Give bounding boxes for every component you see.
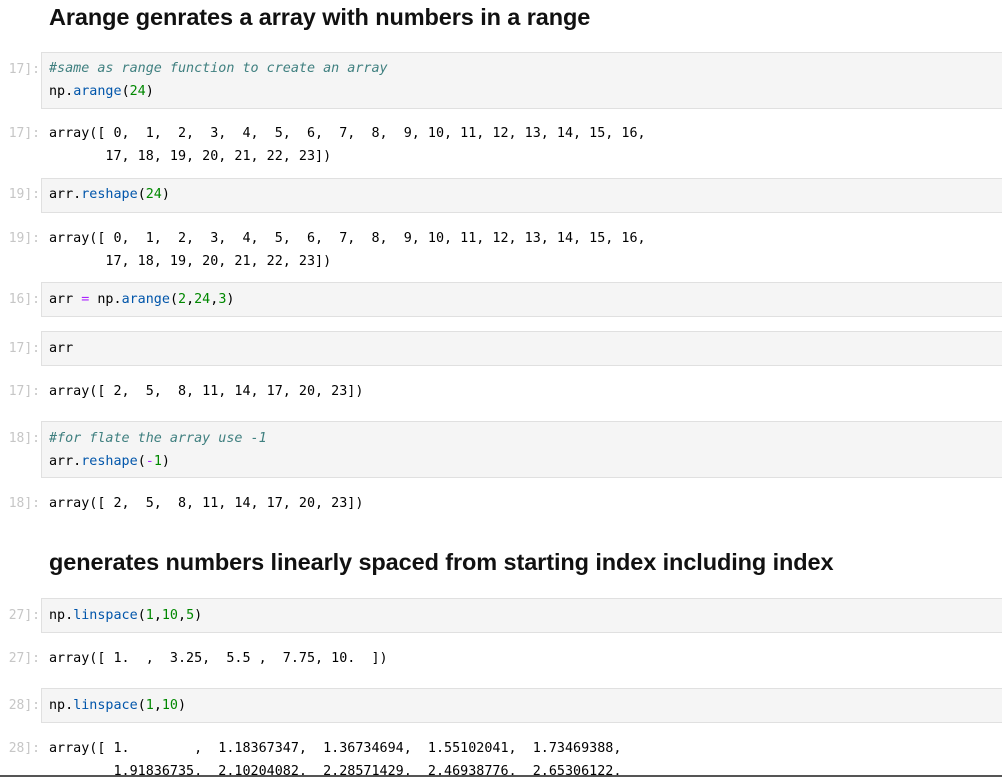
code-number: 1 <box>145 698 154 713</box>
code-func: linspace <box>73 608 138 623</box>
code-text[interactable]: arr = np.arange(2,24,3) <box>49 288 234 311</box>
input-prompt: 18]: <box>8 431 40 446</box>
cell-output: array([ 2, 5, 8, 11, 14, 17, 20, 23]) <box>49 384 364 399</box>
code-token: ) <box>161 187 170 202</box>
code-token: np. <box>49 698 74 713</box>
code-number: 24 <box>194 292 211 307</box>
output-prompt: 28]: <box>8 741 40 756</box>
cell-output: array([ 0, 1, 2, 3, 4, 5, 6, 7, 8, 9, 10… <box>49 231 646 269</box>
code-token: arr. <box>49 187 82 202</box>
code-token: ) <box>178 698 187 713</box>
input-prompt: 17]: <box>8 341 40 356</box>
code-token: ) <box>161 454 170 469</box>
input-prompt: 17]: <box>8 62 40 77</box>
markdown-heading-arange: Arange genrates a array with numbers in … <box>49 4 591 30</box>
code-token: ( <box>137 454 146 469</box>
code-token: ) <box>194 608 203 623</box>
code-text[interactable]: np.linspace(1,10) <box>49 694 186 717</box>
output-prompt: 17]: <box>8 384 40 399</box>
code-token: arr. <box>49 454 82 469</box>
input-prompt: 28]: <box>8 698 40 713</box>
code-number: 24 <box>145 187 162 202</box>
code-token: np. <box>49 84 74 99</box>
cell-output: array([ 0, 1, 2, 3, 4, 5, 6, 7, 8, 9, 10… <box>49 126 646 164</box>
code-cell-arr[interactable] <box>41 331 1002 366</box>
code-token: , <box>178 608 187 623</box>
output-prompt: 18]: <box>8 496 40 511</box>
code-number: 10 <box>161 698 178 713</box>
code-comment: #same as range function to create an arr… <box>49 61 388 76</box>
code-token: ( <box>137 698 146 713</box>
code-func: reshape <box>81 187 138 202</box>
code-func: arange <box>73 84 122 99</box>
code-token: , <box>153 608 162 623</box>
code-token: np. <box>49 608 74 623</box>
input-prompt: 16]: <box>8 292 40 307</box>
code-token: ( <box>137 608 146 623</box>
output-prompt: 17]: <box>8 126 40 141</box>
cell-output: array([ 2, 5, 8, 11, 14, 17, 20, 23]) <box>49 496 364 511</box>
cell-output: array([ 1. , 3.25, 5.5 , 7.75, 10. ]) <box>49 651 388 666</box>
code-token: , <box>153 698 162 713</box>
code-func: arange <box>121 292 170 307</box>
code-number: 1 <box>145 608 154 623</box>
code-text[interactable]: #for flate the array use -1 arr.reshape(… <box>49 427 267 473</box>
code-func: linspace <box>73 698 138 713</box>
code-token: np. <box>89 292 122 307</box>
code-comment: #for flate the array use -1 <box>49 431 267 446</box>
input-prompt: 27]: <box>8 608 40 623</box>
code-operator: - <box>145 454 154 469</box>
code-text[interactable]: arr <box>49 337 73 360</box>
code-number: 24 <box>129 84 146 99</box>
code-token: ( <box>137 187 146 202</box>
output-prompt: 27]: <box>8 651 40 666</box>
code-token: ) <box>226 292 235 307</box>
code-number: 5 <box>186 608 195 623</box>
code-number: 10 <box>161 608 178 623</box>
code-number: 2 <box>178 292 187 307</box>
code-cell-reshape[interactable] <box>41 178 1002 213</box>
code-text[interactable]: #same as range function to create an arr… <box>49 57 388 103</box>
output-prompt: 19]: <box>8 231 40 246</box>
input-prompt: 19]: <box>8 187 40 202</box>
code-text[interactable]: arr.reshape(24) <box>49 183 170 206</box>
code-token: ( <box>121 84 130 99</box>
code-func: reshape <box>81 454 138 469</box>
code-token: ( <box>169 292 178 307</box>
code-token: arr <box>49 292 82 307</box>
code-number: 1 <box>153 454 162 469</box>
code-token: ) <box>145 84 154 99</box>
markdown-heading-linspace: generates numbers linearly spaced from s… <box>49 549 834 575</box>
code-text[interactable]: np.linspace(1,10,5) <box>49 604 202 627</box>
code-token: , <box>186 292 195 307</box>
